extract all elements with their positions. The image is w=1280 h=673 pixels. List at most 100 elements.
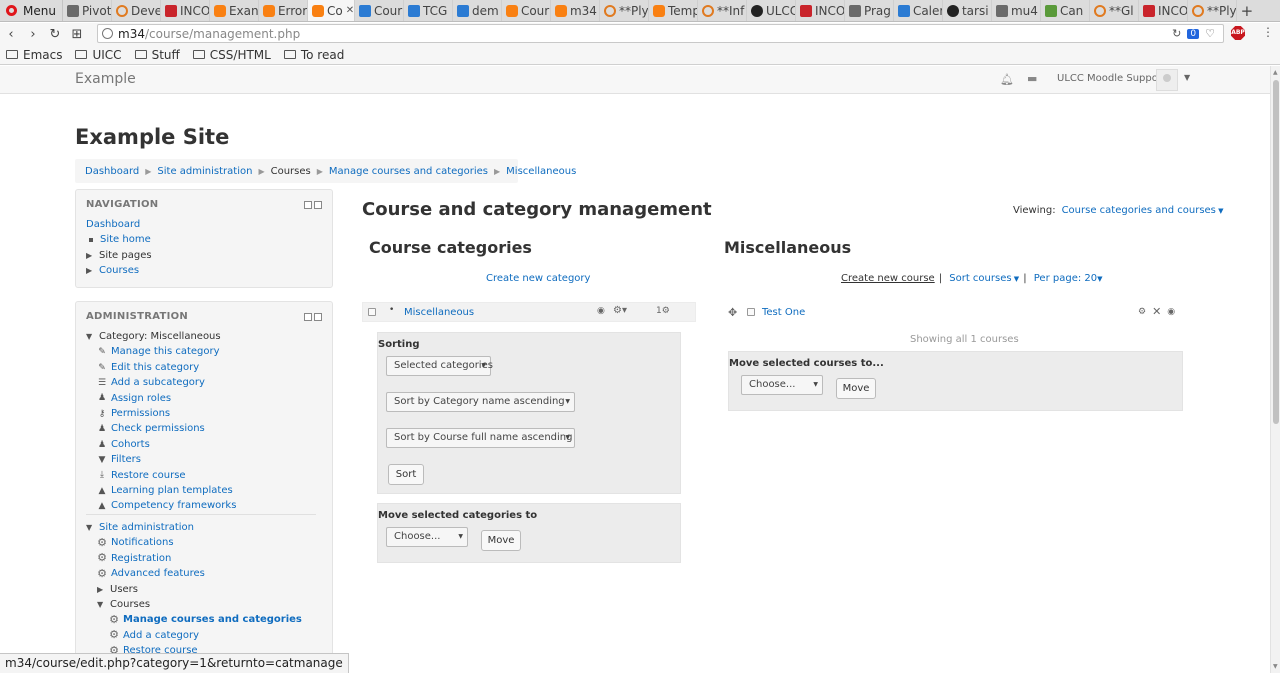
expand-arrow-icon[interactable]: ▶ (86, 248, 94, 263)
edit-category-link[interactable]: Edit this category (111, 360, 199, 375)
browser-tab[interactable]: m34 (551, 0, 600, 21)
browser-tab[interactable]: Prag (845, 0, 894, 21)
nav-courses-link[interactable]: Courses (99, 263, 139, 278)
dock-icon[interactable] (304, 313, 312, 321)
scroll-down-icon[interactable]: ▼ (1273, 663, 1278, 670)
gear-menu-icon[interactable]: ⚙▾ (613, 305, 627, 316)
course-checkbox[interactable] (747, 308, 755, 316)
course-name-link[interactable]: Test One (762, 307, 805, 318)
browser-tab[interactable]: Cour (355, 0, 404, 21)
scroll-up-icon[interactable]: ▲ (1273, 69, 1278, 76)
reload-icon[interactable]: ↻ (44, 27, 66, 42)
sort-scope-select[interactable]: Selected categories ▼ (386, 356, 493, 376)
browser-tab[interactable]: **Gl (1090, 0, 1139, 21)
competency-frameworks-link[interactable]: Competency frameworks (111, 498, 236, 513)
users-node[interactable]: Users (110, 582, 138, 597)
gear-icon[interactable]: ⚙ (1138, 307, 1146, 317)
category-checkbox[interactable] (368, 308, 376, 316)
move-categories-button[interactable]: Move (481, 530, 521, 551)
breadcrumb-dashboard[interactable]: Dashboard (85, 166, 139, 177)
browser-tab[interactable]: INCO (1139, 0, 1188, 21)
eye-icon[interactable]: ◉ (1167, 307, 1175, 317)
browser-tab[interactable]: **Inf (698, 0, 747, 21)
browser-tab[interactable]: Pivot (63, 0, 112, 21)
breadcrumb-manage-courses[interactable]: Manage courses and categories (329, 166, 488, 177)
permissions-link[interactable]: Permissions (111, 406, 170, 421)
bookmark-folder[interactable]: Stuff (134, 48, 180, 62)
notifications-bell-icon[interactable]: 🔔︎ (1000, 73, 1014, 86)
breadcrumb-miscellaneous[interactable]: Miscellaneous (506, 166, 576, 177)
check-permissions-link[interactable]: Check permissions (111, 421, 205, 436)
nav-site-pages[interactable]: Site pages (99, 248, 152, 263)
viewing-mode-dropdown[interactable]: Course categories and courses (1062, 205, 1216, 216)
browser-tab[interactable]: Deve (112, 0, 161, 21)
url-field[interactable]: m34/course/management.php ↻ 0 ♡ (97, 24, 1224, 43)
create-course-link[interactable]: Create new course (841, 273, 935, 284)
bookmark-folder[interactable]: CSS/HTML (192, 48, 271, 62)
browser-tab[interactable]: Temp (649, 0, 698, 21)
add-subcategory-link[interactable]: Add a subcategory (111, 375, 205, 390)
sort-courses-select[interactable]: Sort by Course full name ascending ▼ (386, 428, 575, 448)
filters-link[interactable]: Filters (111, 452, 141, 467)
manage-category-link[interactable]: Manage this category (111, 344, 220, 359)
page-scrollbar[interactable]: ▲ ▼ (1270, 66, 1280, 673)
bookmark-folder[interactable]: Emacs (6, 48, 62, 62)
category-node[interactable]: Category: Miscellaneous (99, 329, 221, 344)
speed-dial-icon[interactable]: ⊞ (66, 27, 88, 42)
move-handle-icon[interactable]: ✥ (728, 306, 737, 319)
browser-tab-active[interactable]: Co ✕ (307, 0, 355, 21)
browser-menu-button[interactable]: Menu (0, 0, 63, 21)
browser-tab[interactable]: Caler (894, 0, 943, 21)
chevron-down-icon[interactable]: ▼ (1097, 275, 1102, 283)
browser-tab[interactable]: Exan (210, 0, 259, 21)
category-name-link[interactable]: Miscellaneous (404, 307, 474, 318)
eye-icon[interactable]: ◉ (597, 306, 605, 316)
learning-plan-templates-link[interactable]: Learning plan templates (111, 483, 233, 498)
user-menu-name[interactable]: ULCC Moodle Support (1057, 73, 1166, 84)
courses-node[interactable]: Courses (110, 597, 150, 612)
scrollbar-thumb[interactable] (1273, 80, 1279, 424)
browser-options-icon[interactable]: ⋮ (1262, 25, 1274, 39)
tracker-badge[interactable]: 0 (1187, 28, 1200, 39)
user-menu-caret-icon[interactable]: ▼ (1184, 73, 1190, 82)
sort-categories-select[interactable]: Sort by Category name ascending ▼ (386, 392, 575, 412)
sort-courses-dropdown[interactable]: Sort courses (949, 273, 1011, 284)
advanced-features-link[interactable]: Advanced features (111, 566, 205, 581)
collapse-arrow-icon[interactable]: ▼ (97, 597, 105, 612)
nav-dashboard-link[interactable]: Dashboard (86, 217, 140, 232)
heart-icon[interactable]: ♡ (1205, 27, 1215, 40)
browser-tab[interactable]: **Ply (1188, 0, 1237, 21)
browser-tab[interactable]: Cour (502, 0, 551, 21)
browser-tab[interactable]: ULCC (747, 0, 796, 21)
site-administration-node[interactable]: Site administration (99, 520, 194, 535)
browser-tab[interactable]: dem (453, 0, 502, 21)
move-courses-button[interactable]: Move (836, 378, 876, 399)
back-icon[interactable]: ‹ (0, 27, 22, 42)
collapse-icon[interactable] (314, 313, 322, 321)
manage-courses-categories-link[interactable]: Manage courses and categories (123, 612, 302, 627)
cohorts-link[interactable]: Cohorts (111, 437, 150, 452)
collapse-arrow-icon[interactable]: ▼ (86, 329, 94, 344)
browser-tab[interactable]: **Ply (600, 0, 649, 21)
notifications-link[interactable]: Notifications (111, 535, 174, 550)
bookmark-folder[interactable]: To read (283, 48, 344, 62)
create-category-link[interactable]: Create new category (486, 273, 590, 284)
chevron-down-icon[interactable]: ▼ (1012, 275, 1019, 283)
restore-course-link[interactable]: Restore course (111, 468, 186, 483)
dock-icon[interactable] (304, 201, 312, 209)
browser-tab[interactable]: INCO (161, 0, 210, 21)
browser-tab[interactable]: Can (1041, 0, 1090, 21)
breadcrumb-site-administration[interactable]: Site administration (157, 166, 252, 177)
move-courses-select[interactable]: Choose... ▼ (741, 375, 823, 395)
expand-arrow-icon[interactable]: ▶ (97, 582, 105, 597)
close-tab-icon[interactable]: ✕ (346, 5, 354, 16)
nav-site-home-link[interactable]: Site home (100, 232, 151, 247)
expand-arrow-icon[interactable]: ▶ (86, 263, 94, 278)
add-category-link[interactable]: Add a category (123, 628, 199, 643)
browser-tab[interactable]: TCG (404, 0, 453, 21)
browser-tab[interactable]: INCO (796, 0, 845, 21)
avatar[interactable] (1156, 69, 1178, 91)
messages-icon[interactable]: ▬ (1027, 72, 1037, 85)
registration-link[interactable]: Registration (111, 551, 171, 566)
refresh-icon[interactable]: ↻ (1172, 27, 1181, 40)
